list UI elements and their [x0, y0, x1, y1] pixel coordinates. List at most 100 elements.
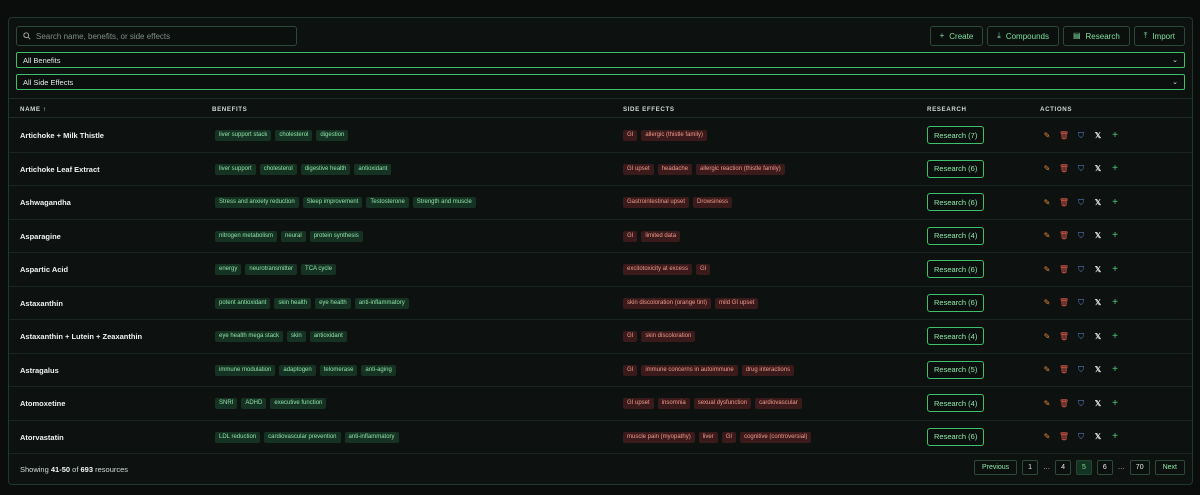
bookmark-icon[interactable]: ⛉ — [1077, 198, 1085, 207]
compound-name[interactable]: Asparagine — [20, 232, 61, 241]
trash-icon[interactable]: 🗑 — [1059, 232, 1069, 241]
bookmark-icon[interactable]: ⛉ — [1077, 299, 1085, 308]
trash-icon[interactable]: 🗑 — [1059, 131, 1069, 140]
research-count-button[interactable]: Research (6) — [927, 260, 985, 278]
side-effect-tag: GI — [623, 230, 638, 242]
edit-icon[interactable]: ✎ — [1043, 332, 1051, 341]
x-icon[interactable]: 𝕏 — [1094, 299, 1102, 308]
x-icon[interactable]: 𝕏 — [1094, 366, 1102, 375]
benefit-tag: Sleep improvement — [302, 197, 363, 208]
research-button[interactable]: ▤ Research — [1062, 26, 1130, 46]
side-effect-tags: GI upset headache allergic reaction (thist… — [623, 163, 785, 175]
compound-name[interactable]: Astaxanthin + Lutein + Zeaxanthin — [20, 332, 142, 341]
chevron-down-icon: ⌄ — [1172, 57, 1178, 64]
bookmark-icon[interactable]: ⛉ — [1077, 265, 1085, 274]
plus-icon[interactable]: + — [1111, 264, 1119, 274]
research-count-button[interactable]: Research (6) — [927, 159, 985, 178]
trash-icon[interactable]: 🗑 — [1059, 165, 1069, 174]
benefits-tags: energy neurotransmitter TCA cycle — [215, 264, 337, 275]
plus-icon[interactable]: + — [1111, 130, 1119, 140]
row-actions: ✎ 🗑 ⛉ 𝕏 + — [1043, 164, 1119, 174]
benefit-tag: ADHD — [241, 398, 267, 409]
edit-icon[interactable]: ✎ — [1043, 165, 1051, 174]
page-button[interactable]: 6 — [1096, 460, 1113, 475]
trash-icon[interactable]: 🗑 — [1059, 366, 1069, 375]
side-effect-tag: immune concerns in autoimmune — [641, 364, 738, 376]
current-page-button[interactable]: 5 — [1075, 460, 1092, 475]
x-icon[interactable]: 𝕏 — [1094, 433, 1102, 442]
compound-name[interactable]: Astragalus — [20, 366, 59, 375]
bookmark-icon[interactable]: ⛉ — [1077, 399, 1085, 408]
edit-icon[interactable]: ✎ — [1043, 399, 1051, 408]
trash-icon[interactable]: 🗑 — [1059, 433, 1069, 442]
benefit-tag: executive function — [270, 398, 327, 409]
compound-name[interactable]: Artichoke Leaf Extract — [20, 165, 100, 174]
plus-icon[interactable]: + — [1111, 298, 1119, 308]
benefit-tag: cardiovascular prevention — [264, 431, 341, 443]
research-count-button[interactable]: Research (6) — [927, 427, 985, 446]
plus-icon[interactable]: + — [1111, 398, 1119, 408]
plus-icon[interactable]: + — [1111, 231, 1119, 241]
compound-name[interactable]: Atomoxetine — [20, 399, 65, 408]
previous-page-button[interactable]: Previous — [973, 460, 1018, 475]
search-input[interactable] — [36, 31, 286, 41]
research-count-button[interactable]: Research (7) — [927, 126, 985, 144]
bookmark-icon[interactable]: ⛉ — [1077, 366, 1085, 375]
create-button[interactable]: + Create — [929, 26, 984, 46]
compound-name[interactable]: Aspartic Acid — [20, 265, 68, 274]
table-row: Aspartic Acid energy neurotransmitter TCA c… — [9, 253, 1192, 287]
header-benefits: BENEFITS — [212, 106, 248, 113]
compound-name[interactable]: Artichoke + Milk Thistle — [20, 131, 104, 140]
trash-icon[interactable]: 🗑 — [1059, 399, 1069, 408]
x-icon[interactable]: 𝕏 — [1094, 399, 1102, 408]
search-box[interactable] — [16, 26, 297, 46]
compound-name[interactable]: Atorvastatin — [20, 433, 64, 442]
research-count-button[interactable]: Research (4) — [927, 394, 985, 412]
trash-icon[interactable]: 🗑 — [1059, 299, 1069, 308]
plus-icon[interactable]: + — [1111, 164, 1119, 174]
x-icon[interactable]: 𝕏 — [1094, 265, 1102, 274]
bookmark-icon[interactable]: ⛉ — [1077, 165, 1085, 174]
header-name[interactable]: NAME ↑ — [20, 106, 47, 113]
research-count-button[interactable]: Research (6) — [927, 293, 985, 312]
side-effect-tags: GI skin discoloration — [623, 331, 696, 342]
edit-icon[interactable]: ✎ — [1043, 265, 1051, 274]
page-button[interactable]: 4 — [1055, 460, 1071, 475]
trash-icon[interactable]: 🗑 — [1059, 198, 1069, 207]
page-button[interactable]: 1 — [1022, 460, 1039, 475]
plus-icon[interactable]: + — [1111, 365, 1119, 375]
edit-icon[interactable]: ✎ — [1043, 299, 1051, 308]
edit-icon[interactable]: ✎ — [1043, 198, 1051, 207]
side-effects-filter-select[interactable]: All Side Effects ⌄ — [16, 74, 1185, 90]
x-icon[interactable]: 𝕏 — [1094, 332, 1102, 341]
research-count-button[interactable]: Research (6) — [927, 193, 985, 211]
compound-name[interactable]: Astaxanthin — [20, 299, 63, 308]
x-icon[interactable]: 𝕏 — [1094, 131, 1102, 140]
x-icon[interactable]: 𝕏 — [1094, 165, 1102, 174]
edit-icon[interactable]: ✎ — [1043, 433, 1051, 442]
trash-icon[interactable]: 🗑 — [1059, 332, 1069, 341]
benefit-tag: protein synthesis — [309, 230, 363, 242]
edit-icon[interactable]: ✎ — [1043, 366, 1051, 375]
x-icon[interactable]: 𝕏 — [1094, 232, 1102, 241]
compounds-button[interactable]: ⤓ Compounds — [987, 26, 1059, 46]
x-icon[interactable]: 𝕏 — [1094, 198, 1102, 207]
trash-icon[interactable]: 🗑 — [1059, 265, 1069, 274]
bookmark-icon[interactable]: ⛉ — [1077, 232, 1085, 241]
bookmark-icon[interactable]: ⛉ — [1077, 332, 1085, 341]
bookmark-icon[interactable]: ⛉ — [1077, 433, 1085, 442]
edit-icon[interactable]: ✎ — [1043, 232, 1051, 241]
compound-name[interactable]: Ashwagandha — [20, 198, 71, 207]
bookmark-icon[interactable]: ⛉ — [1077, 131, 1085, 140]
plus-icon[interactable]: + — [1111, 331, 1119, 341]
edit-icon[interactable]: ✎ — [1043, 131, 1051, 140]
next-page-button[interactable]: Next — [1154, 460, 1185, 475]
research-count-button[interactable]: Research (5) — [927, 360, 985, 379]
benefits-filter-select[interactable]: All Benefits ⌄ — [16, 52, 1185, 68]
research-count-button[interactable]: Research (4) — [927, 327, 985, 345]
import-button[interactable]: ⤒ Import — [1133, 26, 1185, 46]
page-button[interactable]: 70 — [1129, 460, 1150, 475]
plus-icon[interactable]: + — [1111, 197, 1119, 207]
research-count-button[interactable]: Research (4) — [927, 226, 985, 245]
plus-icon[interactable]: + — [1111, 432, 1119, 442]
